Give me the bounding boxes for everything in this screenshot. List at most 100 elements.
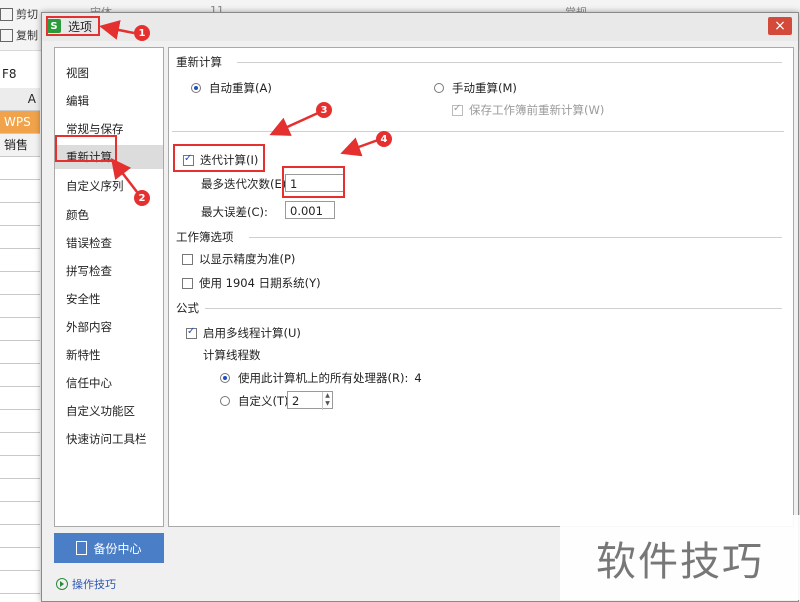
section-title-workbook: 工作簿选项	[176, 230, 234, 244]
multithread-checkbox[interactable]: 启用多线程计算(U)	[186, 325, 301, 341]
radio-icon	[220, 373, 230, 383]
nav-item-security[interactable]: 安全性	[55, 287, 163, 311]
processor-count: 4	[414, 371, 422, 385]
cell[interactable]	[0, 157, 40, 180]
date-1904-label: 使用 1904 日期系统(Y)	[199, 276, 321, 290]
cell[interactable]	[0, 341, 40, 364]
divider	[249, 237, 782, 238]
nav-item-spell-check[interactable]: 拼写检查	[55, 259, 163, 283]
sheet-grid: A WPS 销售	[0, 88, 40, 600]
annotation-badge-4: 4	[376, 131, 392, 147]
nav-item-quick-access-toolbar[interactable]: 快速访问工具栏	[55, 427, 163, 451]
cell[interactable]	[0, 548, 40, 571]
options-nav: 视图 编辑 常规与保存 重新计算 自定义序列 颜色 错误检查 拼写检查 安全性 …	[54, 47, 164, 527]
save-recalc-checkbox: 保存工作簿前重新计算(W)	[452, 102, 604, 118]
highlight-box-iterative	[173, 144, 265, 172]
checkbox-icon	[182, 253, 193, 265]
scissors-icon	[0, 7, 13, 21]
spinner-down-icon[interactable]: ▼	[323, 400, 332, 408]
nav-item-error-check[interactable]: 错误检查	[55, 231, 163, 255]
options-dialog: S 选项 × 视图 编辑 常规与保存 重新计算 自定义序列 颜色 错误检查 拼写…	[41, 12, 799, 602]
custom-threads-label: 自定义(T)	[238, 394, 289, 408]
radio-icon	[434, 83, 444, 93]
save-recalc-label: 保存工作簿前重新计算(W)	[469, 103, 605, 117]
copy-label: 复制	[16, 29, 38, 42]
divider	[205, 308, 782, 309]
cell[interactable]	[0, 456, 40, 479]
multithread-label: 启用多线程计算(U)	[203, 326, 301, 340]
all-processors-radio[interactable]: 使用此计算机上的所有处理器(R): 4	[220, 370, 422, 386]
watermark: 软件技巧	[560, 515, 800, 600]
backup-center-label: 备份中心	[93, 541, 142, 556]
cell[interactable]	[0, 318, 40, 341]
column-header-a[interactable]: A	[0, 88, 40, 111]
highlight-box-max-iterations	[282, 166, 345, 198]
nav-item-edit[interactable]: 编辑	[55, 89, 163, 113]
highlight-box-recalculation	[55, 135, 117, 162]
section-title-recalc: 重新计算	[176, 55, 222, 69]
cell[interactable]	[0, 364, 40, 387]
operation-tips-link[interactable]: 操作技巧	[56, 576, 116, 592]
cell[interactable]	[0, 502, 40, 525]
cell[interactable]	[0, 433, 40, 456]
nav-item-new-features[interactable]: 新特性	[55, 343, 163, 367]
date-1904-checkbox[interactable]: 使用 1904 日期系统(Y)	[182, 275, 321, 291]
cell[interactable]	[0, 249, 40, 272]
radio-icon	[220, 396, 230, 406]
precision-label: 以显示精度为准(P)	[199, 252, 296, 266]
threads-spinner[interactable]: ▲ ▼	[322, 392, 332, 410]
backup-center-button[interactable]: 备份中心	[54, 533, 164, 563]
max-iterations-label: 最多迭代次数(E):	[201, 177, 291, 191]
precision-as-displayed-checkbox[interactable]: 以显示精度为准(P)	[182, 251, 295, 267]
cell[interactable]	[0, 180, 40, 203]
custom-threads-value: 2	[292, 394, 300, 408]
annotation-badge-3: 3	[316, 102, 332, 118]
manual-recalc-radio[interactable]: 手动重算(M)	[434, 80, 517, 96]
manual-recalc-label: 手动重算(M)	[452, 81, 517, 95]
dialog-titlebar[interactable]: S 选项 ×	[42, 13, 798, 41]
operation-tips-label: 操作技巧	[72, 578, 116, 591]
cut-button[interactable]: 剪切	[0, 6, 38, 22]
nav-item-external-content[interactable]: 外部内容	[55, 315, 163, 339]
copy-button[interactable]: 复制	[0, 27, 38, 43]
radio-icon	[191, 83, 201, 93]
nav-item-customize-ribbon[interactable]: 自定义功能区	[55, 399, 163, 423]
annotation-badge-2: 2	[134, 190, 150, 206]
checkbox-icon	[186, 326, 197, 339]
cell[interactable]	[0, 295, 40, 318]
cell-a1[interactable]: WPS	[0, 111, 40, 134]
cut-label: 剪切	[16, 8, 38, 21]
annotation-badge-1: 1	[134, 25, 150, 41]
spinner-up-icon[interactable]: ▲	[323, 392, 332, 400]
cell[interactable]	[0, 571, 40, 594]
cell[interactable]	[0, 272, 40, 295]
copy-icon	[0, 28, 13, 42]
custom-threads-input[interactable]: 2 ▲ ▼	[287, 391, 333, 410]
nav-item-view[interactable]: 视图	[55, 61, 163, 85]
backup-icon	[76, 541, 88, 555]
auto-recalc-radio[interactable]: 自动重算(A)	[191, 80, 272, 96]
nav-item-trust-center[interactable]: 信任中心	[55, 371, 163, 395]
play-icon	[56, 578, 68, 590]
cell[interactable]	[0, 203, 40, 226]
max-change-input[interactable]: 0.001	[285, 201, 335, 219]
cell[interactable]	[0, 226, 40, 249]
section-title-formula: 公式	[176, 301, 199, 315]
threads-title: 计算线程数	[203, 348, 261, 362]
custom-threads-radio[interactable]: 自定义(T)	[220, 393, 289, 409]
max-change-label: 最大误差(C):	[201, 205, 268, 219]
cell-a2[interactable]: 销售	[0, 134, 40, 157]
name-box[interactable]: F8	[0, 67, 42, 83]
cell[interactable]	[0, 410, 40, 433]
checkbox-icon	[182, 277, 193, 289]
cell[interactable]	[0, 387, 40, 410]
auto-recalc-label: 自动重算(A)	[209, 81, 272, 95]
wps-spreadsheet-icon: S	[47, 19, 61, 33]
checkbox-icon	[452, 103, 463, 116]
cell[interactable]	[0, 479, 40, 502]
cell[interactable]	[0, 525, 40, 548]
options-panel: 重新计算 自动重算(A) 手动重算(M) 保存工作簿前重新计算(W) 迭代计算(…	[168, 47, 794, 527]
all-processors-label: 使用此计算机上的所有处理器(R):	[238, 371, 409, 385]
nav-item-color[interactable]: 颜色	[55, 203, 163, 227]
close-button[interactable]: ×	[768, 17, 792, 35]
